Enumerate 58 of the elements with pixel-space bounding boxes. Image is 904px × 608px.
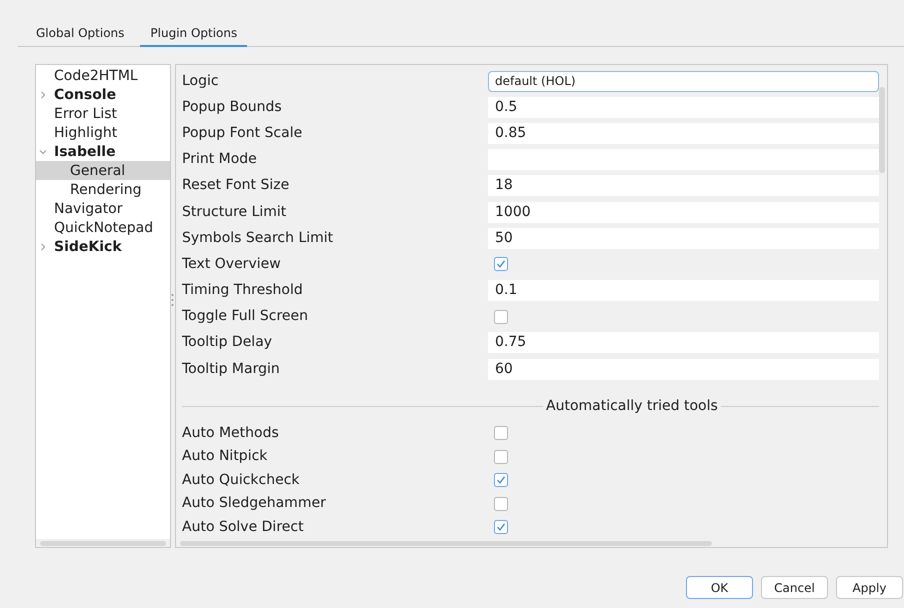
input-field[interactable]: 50 bbox=[488, 228, 879, 249]
input-field[interactable]: 0.5 bbox=[488, 96, 879, 118]
tree-item[interactable]: Code2HTML bbox=[36, 66, 170, 85]
tree-item[interactable]: Navigator bbox=[36, 199, 170, 218]
chevron-down-icon[interactable] bbox=[39, 148, 47, 156]
tree-item[interactable]: Rendering bbox=[36, 180, 170, 199]
checkbox[interactable] bbox=[494, 310, 508, 324]
splitter-grip-icon[interactable] bbox=[171, 293, 174, 307]
input-field[interactable]: 60 bbox=[488, 358, 879, 380]
option-label: Tooltip Delay bbox=[182, 333, 274, 352]
tab[interactable]: Global Options bbox=[26, 20, 134, 47]
category-tree[interactable]: Code2HTML Console Error List Highlight Isabelle General Rendering Navigator QuickNotepad SideKick bbox=[35, 64, 171, 548]
option-label: Tooltip Margin bbox=[182, 360, 281, 379]
option-label: Auto Sledgehammer bbox=[182, 494, 327, 514]
option-label: Auto Quickcheck bbox=[182, 470, 301, 490]
option-label: Symbols Search Limit bbox=[182, 228, 334, 248]
dialog-button[interactable]: OK bbox=[686, 576, 753, 599]
option-label: Reset Font Size bbox=[182, 176, 290, 196]
input-field[interactable]: 0.75 bbox=[488, 332, 879, 354]
option-label: Timing Threshold bbox=[182, 281, 304, 300]
dialog-button[interactable]: Cancel bbox=[761, 576, 828, 599]
option-label: Popup Font Scale bbox=[182, 124, 304, 143]
tree-item[interactable]: Isabelle bbox=[36, 142, 170, 161]
checkbox[interactable] bbox=[494, 520, 508, 534]
tree-item[interactable]: Console bbox=[36, 85, 170, 104]
scrollbar-thumb[interactable] bbox=[879, 87, 885, 173]
tree-item[interactable]: Error List bbox=[36, 104, 170, 123]
section-title: Automatically tried tools bbox=[545, 397, 719, 416]
option-label: Text Overview bbox=[182, 254, 282, 274]
checkbox[interactable] bbox=[494, 450, 508, 464]
scrollbar-thumb[interactable] bbox=[180, 540, 712, 546]
input-field[interactable]: 1000 bbox=[488, 202, 879, 223]
option-label: Print Mode bbox=[182, 150, 258, 170]
option-label: Auto Nitpick bbox=[182, 447, 268, 466]
input-field[interactable] bbox=[488, 149, 879, 170]
option-label: Auto Solve Direct bbox=[182, 518, 305, 537]
option-label: Popup Bounds bbox=[182, 98, 283, 117]
checkbox[interactable] bbox=[494, 257, 508, 272]
option-label: Auto Methods bbox=[182, 424, 280, 443]
chevron-right-icon[interactable] bbox=[39, 90, 47, 98]
option-label: Logic bbox=[182, 72, 220, 91]
input-field[interactable]: 0.85 bbox=[488, 122, 879, 144]
tree-item[interactable]: General bbox=[36, 161, 170, 180]
dialog-button[interactable]: Apply bbox=[836, 576, 903, 599]
checkbox[interactable] bbox=[494, 473, 508, 488]
checkbox[interactable] bbox=[494, 426, 508, 440]
checkbox[interactable] bbox=[494, 496, 508, 511]
input-field[interactable]: 18 bbox=[488, 175, 879, 196]
input-field[interactable]: 0.1 bbox=[488, 280, 879, 302]
chevron-right-icon[interactable] bbox=[39, 242, 47, 250]
option-label: Structure Limit bbox=[182, 202, 288, 222]
tree-item[interactable]: Highlight bbox=[36, 123, 170, 142]
tree-item[interactable]: SideKick bbox=[36, 237, 170, 256]
tree-item[interactable]: QuickNotepad bbox=[36, 218, 170, 237]
scrollbar-thumb[interactable] bbox=[40, 540, 166, 546]
tab[interactable]: Plugin Options bbox=[140, 20, 248, 47]
input-field[interactable]: default (HOL) bbox=[488, 70, 879, 92]
option-label: Toggle Full Screen bbox=[182, 307, 309, 326]
